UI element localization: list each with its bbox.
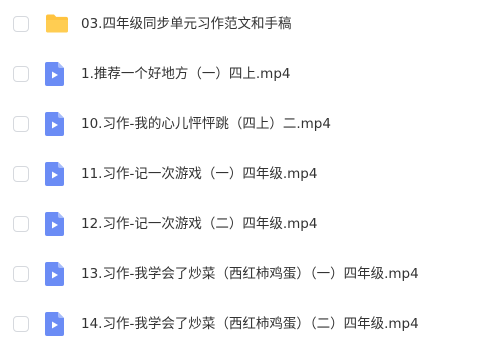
file-name[interactable]: 14.习作-我学会了炒菜（西红柿鸡蛋）（二）四年级.mp4 — [81, 315, 419, 333]
video-file-icon — [45, 162, 67, 186]
list-item[interactable]: 14.习作-我学会了炒菜（西红柿鸡蛋）（二）四年级.mp4 — [0, 300, 489, 350]
row-checkbox[interactable] — [13, 216, 29, 232]
video-file-icon — [45, 62, 67, 86]
file-name[interactable]: 03.四年级同步单元习作范文和手稿 — [81, 15, 291, 33]
list-item[interactable]: 11.习作-记一次游戏（一）四年级.mp4 — [0, 150, 489, 200]
list-item[interactable]: 1.推荐一个好地方（一）四上.mp4 — [0, 50, 489, 100]
folder-icon — [45, 12, 68, 34]
row-checkbox[interactable] — [13, 266, 29, 282]
video-file-icon — [45, 312, 67, 336]
row-checkbox[interactable] — [13, 116, 29, 132]
list-item[interactable]: 03.四年级同步单元习作范文和手稿 — [0, 0, 489, 50]
list-item[interactable]: 13.习作-我学会了炒菜（西红柿鸡蛋）（一）四年级.mp4 — [0, 250, 489, 300]
file-name[interactable]: 11.习作-记一次游戏（一）四年级.mp4 — [81, 165, 317, 183]
video-file-icon — [45, 262, 67, 286]
row-checkbox[interactable] — [13, 16, 29, 32]
video-file-icon — [45, 212, 67, 236]
file-name[interactable]: 10.习作-我的心儿怦怦跳（四上）二.mp4 — [81, 115, 331, 133]
file-list: 03.四年级同步单元习作范文和手稿 1.推荐一个好地方（一）四上.mp4 10.… — [0, 0, 489, 336]
row-checkbox[interactable] — [13, 316, 29, 332]
file-name[interactable]: 13.习作-我学会了炒菜（西红柿鸡蛋）（一）四年级.mp4 — [81, 265, 419, 283]
video-file-icon — [45, 112, 67, 136]
row-checkbox[interactable] — [13, 166, 29, 182]
file-name[interactable]: 12.习作-记一次游戏（二）四年级.mp4 — [81, 215, 317, 233]
file-name[interactable]: 1.推荐一个好地方（一）四上.mp4 — [81, 65, 290, 83]
row-checkbox[interactable] — [13, 66, 29, 82]
list-item[interactable]: 12.习作-记一次游戏（二）四年级.mp4 — [0, 200, 489, 250]
list-item[interactable]: 10.习作-我的心儿怦怦跳（四上）二.mp4 — [0, 100, 489, 150]
